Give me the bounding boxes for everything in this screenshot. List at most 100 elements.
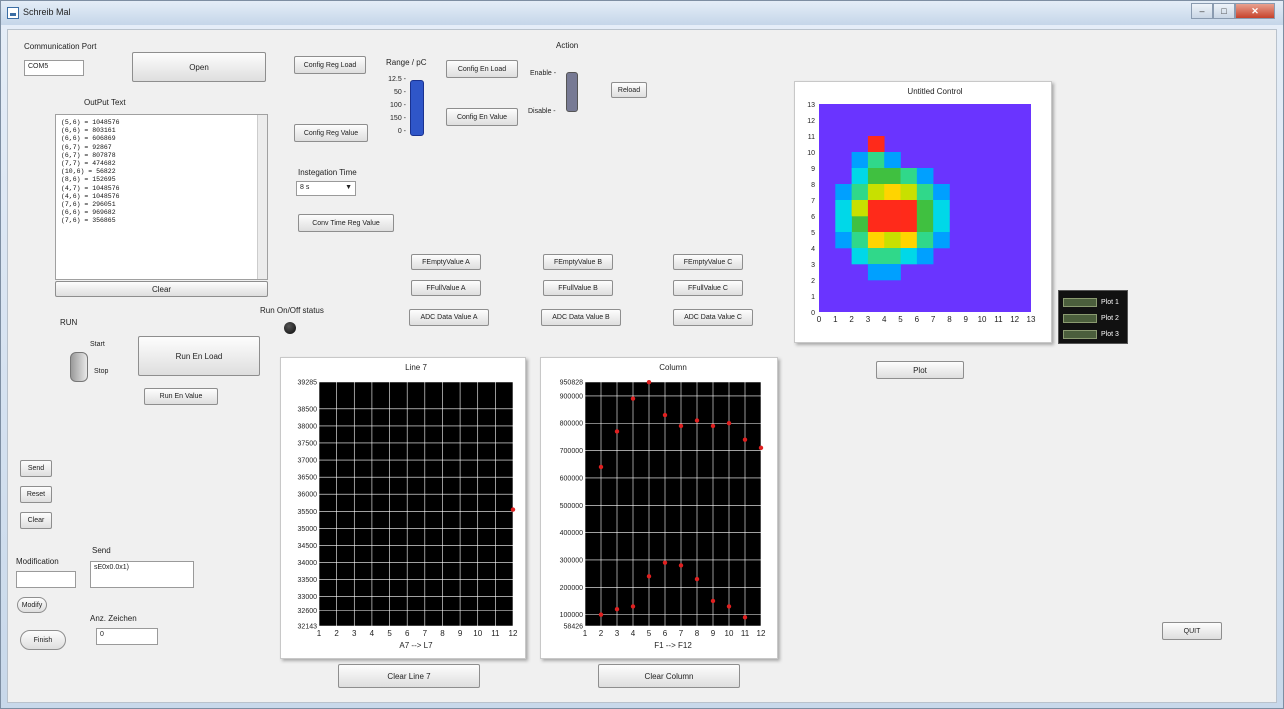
clear-button[interactable]: Clear bbox=[20, 512, 52, 529]
action-label: Action bbox=[556, 41, 579, 50]
x-tick-label: 12 bbox=[509, 629, 518, 638]
data-point bbox=[630, 396, 636, 401]
x-tick-label: 5 bbox=[387, 629, 392, 638]
x-tick-label: 1 bbox=[833, 315, 838, 324]
close-button[interactable]: ✕ bbox=[1235, 3, 1275, 19]
x-tick-label: 11 bbox=[741, 629, 750, 638]
modification-field[interactable] bbox=[16, 571, 76, 588]
data-point bbox=[742, 615, 748, 620]
y-tick-label: 6 bbox=[811, 214, 815, 221]
anz-zeichen-field[interactable]: 0 bbox=[96, 628, 158, 645]
adc-data-value-a-button[interactable]: ADC Data Value A bbox=[409, 309, 489, 326]
heatmap-cell bbox=[835, 184, 852, 201]
y-tick-label: 4 bbox=[811, 246, 815, 253]
maximize-button[interactable]: □ bbox=[1213, 3, 1235, 19]
output-line: (6,6) = 606869 bbox=[61, 135, 116, 143]
data-point bbox=[598, 464, 604, 470]
fempty-value-b-button[interactable]: FEmptyValue B bbox=[543, 254, 613, 270]
run-en-value-button[interactable]: Run En Value bbox=[144, 388, 218, 405]
send-button[interactable]: Send bbox=[20, 460, 52, 477]
y-tick-label: 36500 bbox=[298, 475, 318, 482]
output-scrollbar[interactable] bbox=[257, 115, 267, 279]
plot-button[interactable]: Plot bbox=[876, 361, 964, 379]
y-tick-label: 100000 bbox=[560, 612, 583, 619]
ffull-value-b-button[interactable]: FFullValue B bbox=[543, 280, 613, 296]
quit-button[interactable]: QUIT bbox=[1162, 622, 1222, 640]
title-bar[interactable]: Schreib Mal – □ ✕ bbox=[1, 1, 1283, 25]
adc-data-value-c-button[interactable]: ADC Data Value C bbox=[673, 309, 753, 326]
chart-title: Untitled Control bbox=[907, 87, 962, 96]
y-tick-label: 37000 bbox=[298, 458, 318, 465]
fempty-value-a-button[interactable]: FEmptyValue A bbox=[411, 254, 481, 270]
y-tick-label: 58426 bbox=[564, 624, 584, 631]
run-en-load-button[interactable]: Run En Load bbox=[138, 336, 260, 376]
heatmap-cell bbox=[933, 216, 950, 233]
ffull-value-c-button[interactable]: FFullValue C bbox=[673, 280, 743, 296]
chevron-down-icon: ▼ bbox=[345, 184, 352, 191]
output-clear-button[interactable]: Clear bbox=[55, 281, 268, 297]
config-en-load-button[interactable]: Config En Load bbox=[446, 60, 518, 78]
output-line: (4,6) = 1048576 bbox=[61, 192, 120, 200]
client-area: Communication Port COM5 Open OutPut Text… bbox=[7, 29, 1277, 703]
heatmap-cell bbox=[884, 248, 901, 265]
fempty-value-c-button[interactable]: FEmptyValue C bbox=[673, 254, 743, 270]
x-tick-label: 3 bbox=[352, 629, 357, 638]
comm-port-field[interactable]: COM5 bbox=[24, 60, 84, 76]
conv-time-reg-value-button[interactable]: Conv Time Reg Value bbox=[298, 214, 394, 232]
clear-column-button[interactable]: Clear Column bbox=[598, 664, 740, 688]
y-tick-label: 1 bbox=[811, 294, 815, 301]
config-reg-load-button[interactable]: Config Reg Load bbox=[294, 56, 366, 74]
heatmap-cell bbox=[867, 216, 885, 233]
data-point bbox=[646, 574, 652, 579]
ffull-value-a-button[interactable]: FFullValue A bbox=[411, 280, 481, 296]
legend-plot-1: Plot 1 bbox=[1063, 295, 1127, 309]
heatmap-cell bbox=[900, 248, 918, 265]
integration-time-select[interactable]: 8 s ▼ bbox=[296, 181, 356, 196]
x-tick-label: 3 bbox=[615, 629, 620, 638]
send-textbox[interactable]: sE0x0.0x1) bbox=[90, 561, 194, 588]
config-reg-value-button[interactable]: Config Reg Value bbox=[294, 124, 368, 142]
reset-button[interactable]: Reset bbox=[20, 486, 52, 503]
range-tick: 0 - bbox=[397, 128, 406, 135]
range-slider[interactable] bbox=[410, 80, 424, 136]
heatmap-cell bbox=[900, 200, 918, 217]
x-tick-label: 8 bbox=[440, 629, 445, 638]
column-chart-panel: Column 1 2 3 4 5 6 7 8 9 10 11 12 58426 100000 200000 30… bbox=[540, 357, 778, 659]
modify-button[interactable]: Modify bbox=[17, 597, 47, 613]
heatmap-cell bbox=[867, 200, 885, 217]
finish-button[interactable]: Finish bbox=[20, 630, 66, 650]
adc-data-value-b-button[interactable]: ADC Data Value B bbox=[541, 309, 621, 326]
data-point bbox=[646, 380, 652, 385]
legend-label: Plot 3 bbox=[1101, 330, 1119, 338]
y-tick-label: 11 bbox=[808, 134, 815, 141]
x-tick-label: 7 bbox=[931, 315, 936, 324]
window-controls: – □ ✕ bbox=[1191, 3, 1275, 21]
send-textbox-value: sE0x0.0x1) bbox=[94, 564, 130, 571]
run-toggle-switch[interactable] bbox=[70, 352, 88, 382]
action-toggle[interactable] bbox=[566, 72, 578, 112]
heatmap-cell bbox=[900, 232, 918, 249]
reload-button[interactable]: Reload bbox=[611, 82, 647, 98]
x-tick-label: 3 bbox=[866, 315, 871, 324]
heatmap-cell bbox=[884, 200, 901, 217]
y-tick-label: 32143 bbox=[298, 624, 318, 631]
column-chart: Column1 2 3 4 5 6 7 8 9 10 11 125842610000020000030… bbox=[560, 363, 766, 650]
data-point bbox=[710, 598, 716, 604]
heatmap-cell bbox=[884, 232, 901, 249]
x-tick-label: 10 bbox=[473, 629, 482, 638]
heatmap-cell bbox=[835, 232, 852, 249]
y-tick-label: 950828 bbox=[560, 380, 583, 387]
y-tick-label: 39285 bbox=[298, 380, 318, 387]
minimize-button[interactable]: – bbox=[1191, 3, 1213, 19]
x-tick-label: 5 bbox=[647, 629, 652, 638]
output-line: (4,7) = 1048576 bbox=[61, 184, 120, 192]
heatmap-cell bbox=[867, 232, 885, 249]
y-tick-label: 9 bbox=[811, 166, 815, 173]
open-button[interactable]: Open bbox=[132, 52, 266, 82]
output-textbox[interactable]: (5,6) = 1048576 (6,6) = 803161 (6,6) = 606… bbox=[55, 114, 268, 280]
heatmap-cell bbox=[900, 168, 918, 185]
heatmap-cell bbox=[867, 248, 885, 265]
clear-line7-button[interactable]: Clear Line 7 bbox=[338, 664, 480, 688]
config-en-value-button[interactable]: Config En Value bbox=[446, 108, 518, 126]
x-tick-label: 10 bbox=[978, 315, 987, 324]
